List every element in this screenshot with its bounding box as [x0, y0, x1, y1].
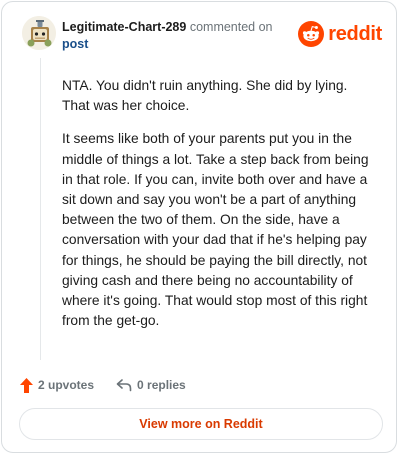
thread-line: [40, 58, 41, 360]
snoo-avatar-icon[interactable]: [22, 16, 56, 50]
reddit-snoo-icon: [298, 21, 325, 47]
replies-count: 0 replies: [137, 378, 186, 392]
reddit-logo-text: reddit: [328, 22, 382, 45]
upvotes-count: 2 upvotes: [38, 378, 95, 392]
embedded-comment-card: Legitimate-Chart-289 commented on post r…: [1, 1, 397, 453]
comment-meta: Legitimate-Chart-289 commented on post: [62, 19, 302, 53]
replies-button[interactable]: 0 replies: [116, 378, 186, 392]
comment-body: NTA. You didn't ruin anything. She did b…: [62, 76, 374, 344]
upvote-arrow-icon: [20, 377, 33, 393]
comment-header: Legitimate-Chart-289 commented on post r…: [22, 16, 382, 60]
reply-arrow-icon: [116, 379, 132, 392]
username-link[interactable]: Legitimate-Chart-289: [62, 20, 186, 34]
comment-paragraph: NTA. You didn't ruin anything. She did b…: [62, 78, 348, 114]
comment-actions: 2 upvotes 0 replies: [20, 374, 380, 396]
comment-paragraph: It seems like both of your parents put y…: [62, 131, 369, 329]
post-link[interactable]: post: [62, 36, 302, 53]
upvotes-button[interactable]: 2 upvotes: [20, 377, 95, 393]
view-more-on-reddit-button[interactable]: View more on Reddit: [19, 408, 383, 440]
commented-on-text: commented on: [189, 20, 273, 34]
reddit-logo[interactable]: reddit: [298, 20, 382, 48]
